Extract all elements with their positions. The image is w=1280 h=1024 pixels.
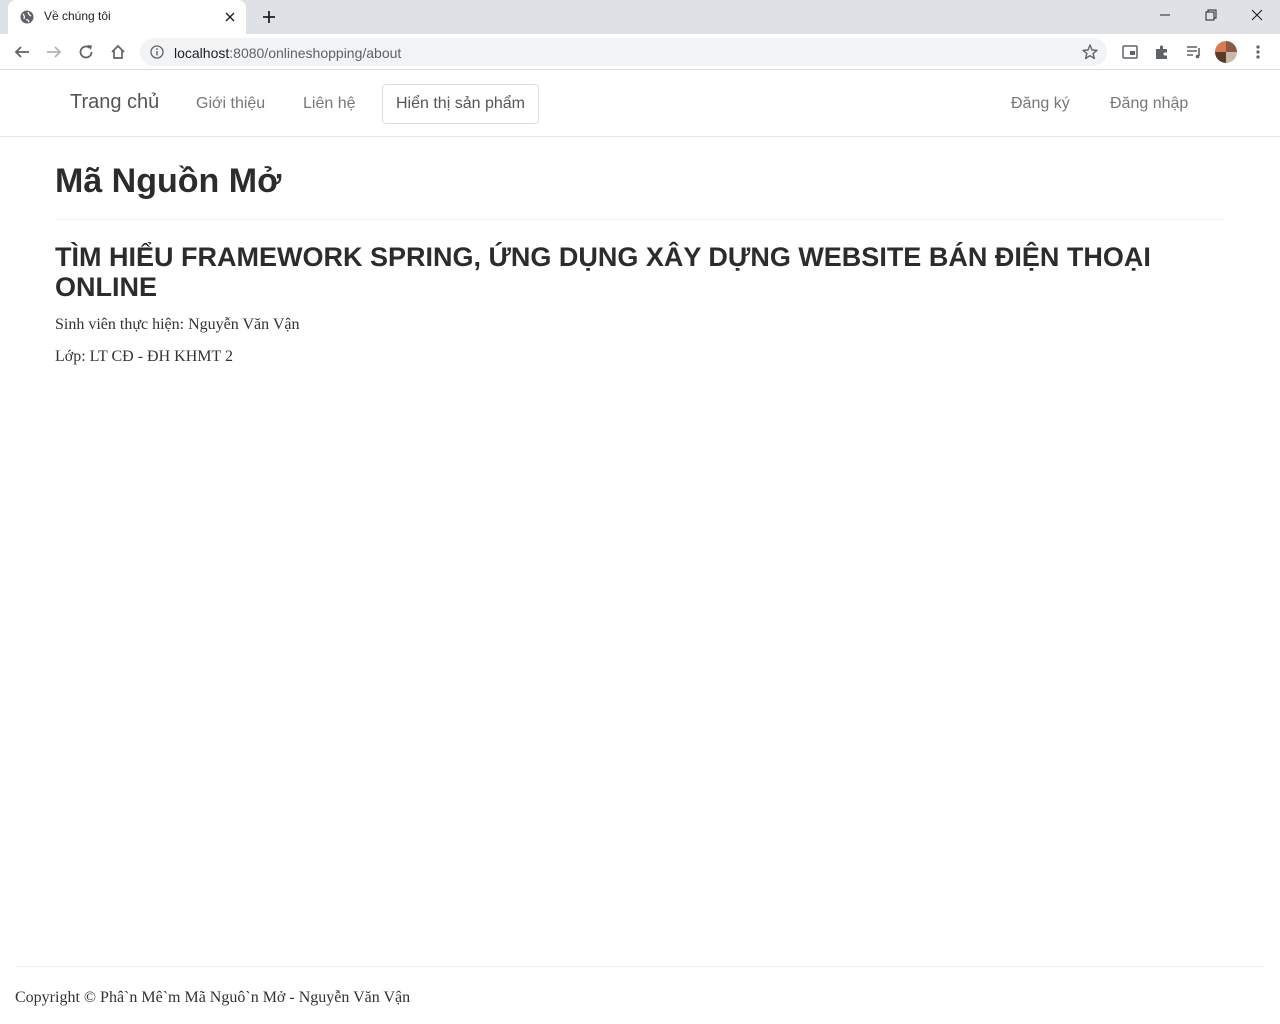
page-header: Mã Nguồn Mở bbox=[55, 137, 1225, 220]
home-icon[interactable] bbox=[108, 42, 128, 62]
url-text: localhost:8080/onlineshopping/about bbox=[174, 45, 401, 61]
extensions-puzzle-icon[interactable] bbox=[1153, 43, 1171, 61]
reload-icon[interactable] bbox=[76, 42, 96, 62]
browser-toolbar: localhost:8080/onlineshopping/about bbox=[0, 34, 1280, 70]
nav-link-contact[interactable]: Liên hệ bbox=[303, 95, 356, 113]
site-info-icon[interactable] bbox=[150, 45, 164, 59]
profile-avatar[interactable] bbox=[1215, 41, 1237, 63]
nav-brand-home[interactable]: Trang chủ bbox=[70, 91, 159, 114]
student-info: Sinh viên thực hiện: Nguyễn Văn Vận bbox=[55, 316, 300, 333]
browser-tabstrip: Về chúng tôi bbox=[0, 0, 1280, 34]
restore-icon[interactable] bbox=[1188, 0, 1234, 30]
url-path: :8080/onlineshopping/about bbox=[229, 45, 402, 61]
close-window-icon[interactable] bbox=[1234, 0, 1280, 30]
tab-title: Về chúng tôi bbox=[44, 9, 111, 23]
browser-tab[interactable]: Về chúng tôi bbox=[8, 0, 246, 34]
close-tab-icon[interactable] bbox=[222, 9, 238, 25]
forward-arrow-icon[interactable] bbox=[44, 42, 64, 62]
footer-divider bbox=[15, 966, 1265, 967]
media-control-icon[interactable] bbox=[1185, 43, 1203, 61]
section-title: TÌM HIỂU FRAMEWORK SPRING, ỨNG DỤNG XÂY … bbox=[55, 242, 1151, 302]
nav-link-register[interactable]: Đăng ký bbox=[1011, 95, 1070, 113]
new-tab-plus-icon[interactable] bbox=[260, 8, 278, 26]
nav-link-products[interactable]: Hiển thị sản phẩm bbox=[382, 84, 539, 124]
globe-icon bbox=[20, 10, 34, 24]
class-info: Lớp: LT CĐ - ĐH KHMT 2 bbox=[55, 348, 233, 365]
footer-copyright: Copyright © Phâ`n Mê`m Mã Nguô`n Mở - Ng… bbox=[15, 989, 411, 1006]
picture-in-picture-icon[interactable] bbox=[1121, 43, 1139, 61]
bookmark-star-icon[interactable] bbox=[1081, 43, 1099, 61]
main-content: Mã Nguồn Mở TÌM HIỂU FRAMEWORK SPRING, Ứ… bbox=[55, 137, 1225, 366]
page-title: Mã Nguồn Mở bbox=[55, 162, 282, 200]
address-bar[interactable]: localhost:8080/onlineshopping/about bbox=[140, 38, 1107, 66]
nav-link-login[interactable]: Đăng nhập bbox=[1110, 95, 1188, 113]
menu-kebab-icon[interactable] bbox=[1249, 43, 1267, 61]
nav-link-about[interactable]: Giới thiệu bbox=[196, 95, 265, 113]
minimize-icon[interactable] bbox=[1142, 0, 1188, 30]
back-arrow-icon[interactable] bbox=[12, 42, 32, 62]
url-host: localhost bbox=[174, 45, 230, 61]
site-navbar: Trang chủ Giới thiệu Liên hệ Hiển thị sả… bbox=[0, 71, 1280, 137]
